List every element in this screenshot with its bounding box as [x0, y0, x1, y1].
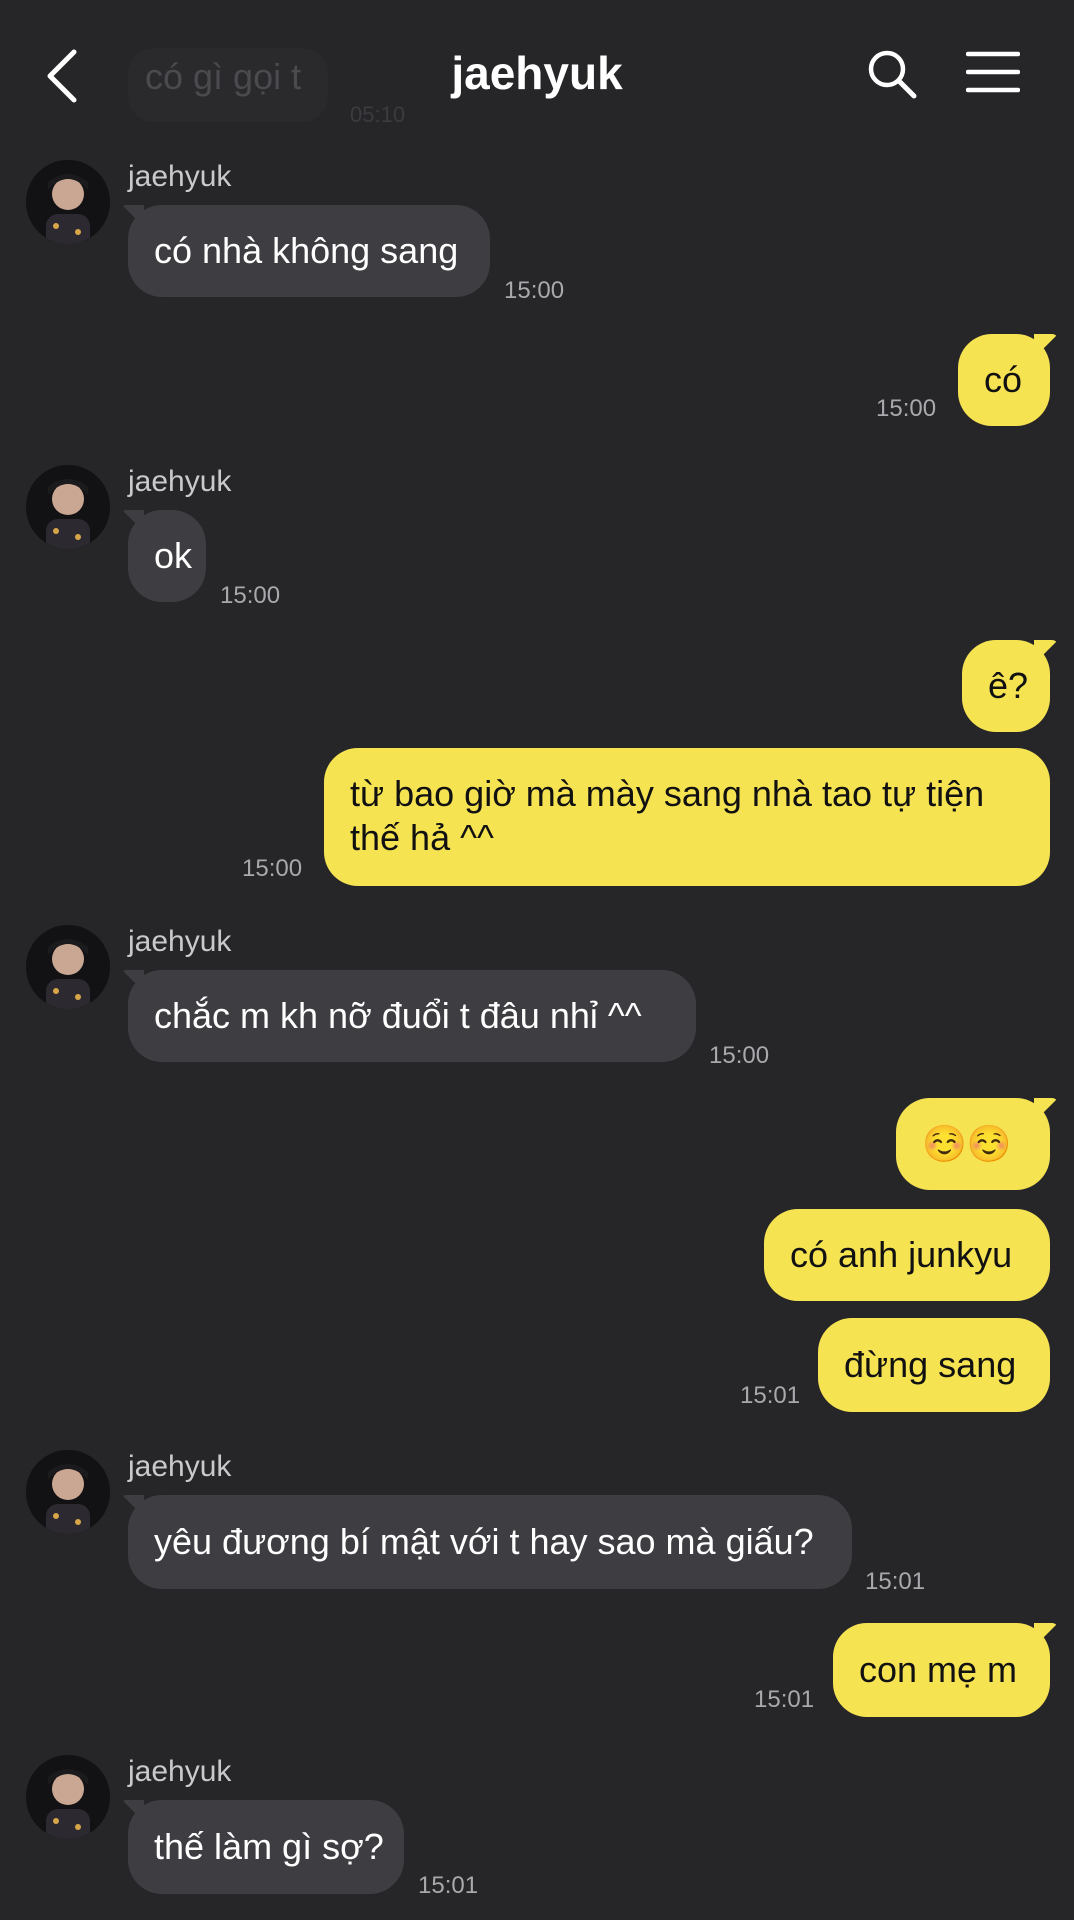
message-bubble-incoming[interactable]: ok [128, 510, 206, 602]
message-bubble-outgoing[interactable]: có anh junkyu [764, 1209, 1050, 1301]
message-time: 15:00 [876, 395, 937, 422]
avatar[interactable] [26, 1755, 110, 1839]
message-time: 15:00 [242, 855, 303, 882]
message-bubble-outgoing[interactable]: ☺️☺️ [896, 1098, 1050, 1190]
message-bubble-incoming[interactable]: có nhà không sang [128, 205, 490, 297]
message-bubble-incoming[interactable]: chắc m kh nỡ đuổi t đâu nhỉ ^^ [128, 970, 696, 1062]
message-bubble-outgoing[interactable]: con mẹ m [833, 1623, 1050, 1717]
message-time: 15:01 [418, 1872, 479, 1899]
avatar[interactable] [26, 160, 110, 244]
sender-name: jaehyuk [128, 465, 232, 498]
message-bubble-incoming[interactable]: yêu đương bí mật với t hay sao mà giấu? [128, 1495, 852, 1589]
message-time: 15:01 [754, 1686, 815, 1713]
message-bubble-outgoing[interactable]: có [958, 334, 1050, 426]
message-bubble-outgoing[interactable]: từ bao giờ mà mày sang nhà tao tự tiện t… [324, 748, 1050, 886]
sender-name: jaehyuk [128, 925, 232, 958]
message-bubble-outgoing[interactable]: đừng sang [818, 1318, 1050, 1412]
search-icon[interactable] [866, 48, 918, 100]
avatar[interactable] [26, 925, 110, 1009]
message-bubble-incoming[interactable]: thế làm gì sợ? [128, 1800, 404, 1894]
message-time: 15:01 [865, 1568, 926, 1595]
chat-header: có gì gọi t 05:10 jaehyuk [0, 0, 1074, 150]
avatar[interactable] [26, 1450, 110, 1534]
message-time: 15:01 [740, 1382, 801, 1409]
message-time: 15:00 [220, 582, 281, 609]
avatar[interactable] [26, 465, 110, 549]
sender-name: jaehyuk [128, 1755, 232, 1788]
message-time: 15:00 [709, 1042, 770, 1069]
sender-name: jaehyuk [128, 160, 232, 193]
hamburger-menu-icon[interactable] [966, 50, 1020, 94]
message-time: 15:00 [504, 277, 565, 304]
ghost-time: 05:10 [350, 102, 406, 127]
message-bubble-outgoing[interactable]: ê? [962, 640, 1050, 732]
sender-name: jaehyuk [128, 1450, 232, 1483]
